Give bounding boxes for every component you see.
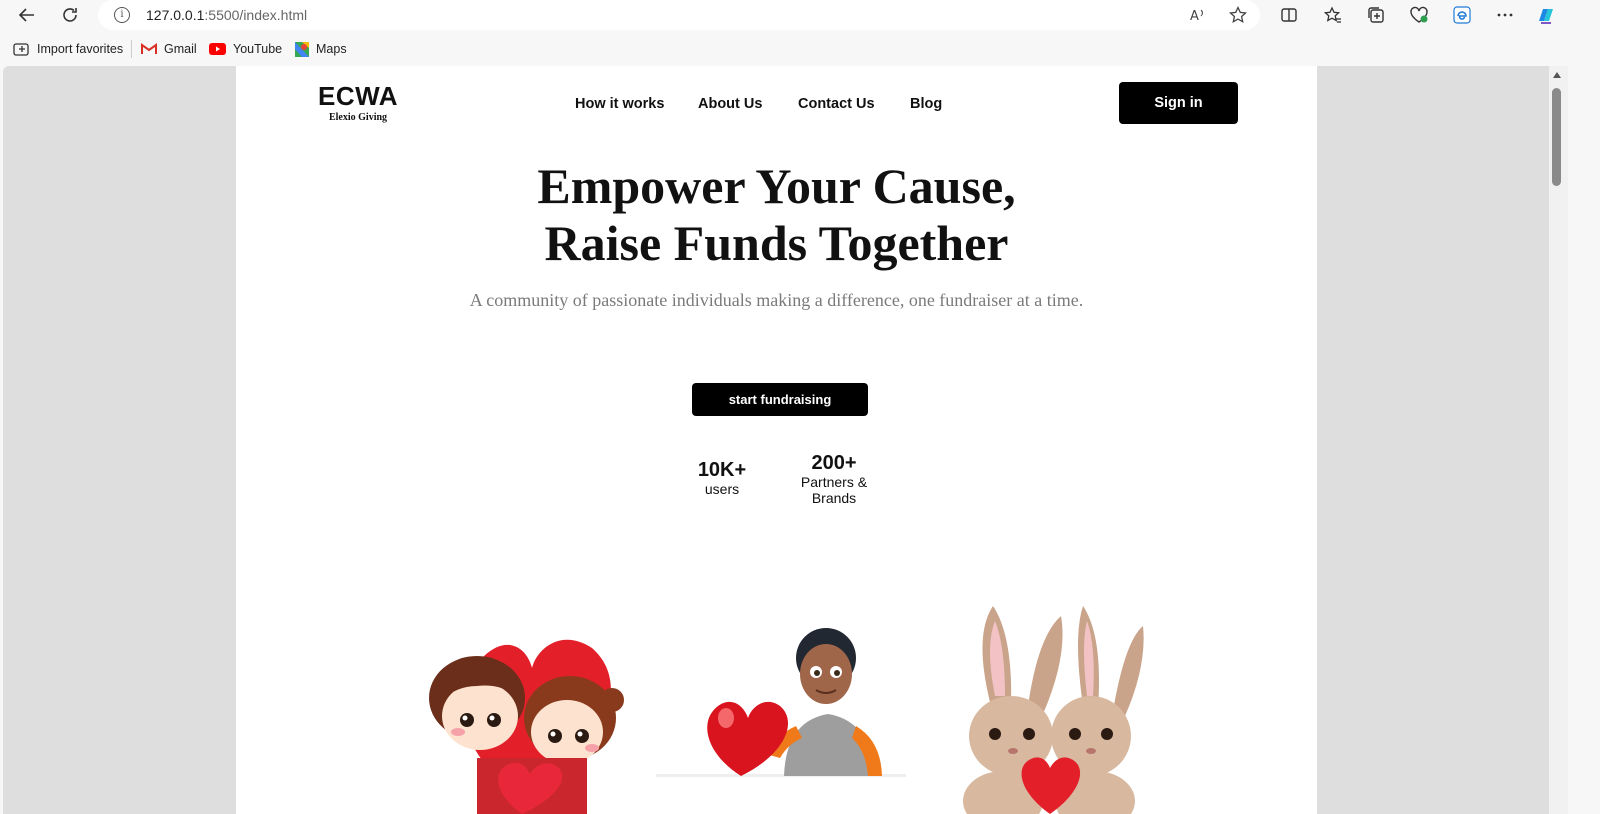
sign-in-button[interactable]: Sign in	[1119, 82, 1238, 124]
favorite-star-icon[interactable]	[1226, 3, 1250, 27]
hero-title-line-1: Empower Your Cause,	[537, 158, 1016, 214]
favorite-label: YouTube	[233, 42, 283, 56]
browser-essentials-icon[interactable]	[1407, 3, 1431, 27]
bunnies-heart-illustration	[963, 606, 1144, 814]
edge-extension-icon[interactable]	[1450, 3, 1474, 27]
favorite-maps[interactable]: Maps	[295, 39, 347, 59]
scroll-up-arrow-icon[interactable]	[1553, 72, 1561, 78]
stat-users: 10K+ users	[682, 459, 762, 497]
scroll-thumb[interactable]	[1552, 88, 1561, 186]
favorites-bar: Import favorites Gmail YouTube Maps	[0, 36, 1600, 62]
read-aloud-icon[interactable]: A	[1186, 3, 1210, 27]
favorite-import[interactable]: Import favorites	[13, 39, 123, 59]
favorite-label: Import favorites	[37, 42, 124, 56]
stat-value: 10K+	[697, 459, 747, 481]
url-text: 127.0.0.1:5500/index.html	[146, 7, 308, 23]
address-bar[interactable]: i 127.0.0.1:5500/index.html A	[98, 0, 1260, 30]
browser-toolbar: i 127.0.0.1:5500/index.html A	[0, 0, 1600, 30]
site-info-icon[interactable]: i	[114, 7, 130, 23]
hero-title-line-2: Raise Funds Together	[544, 215, 1009, 271]
gmail-icon	[141, 43, 157, 54]
split-screen-icon[interactable]	[1277, 3, 1301, 27]
website-page: ECWA Elexio Giving How it works About Us…	[236, 66, 1317, 814]
nav-about-us[interactable]: About Us	[698, 96, 762, 112]
nav-how-it-works[interactable]: How it works	[575, 96, 664, 112]
favorite-label: Gmail	[164, 42, 197, 56]
couple-heart-illustration	[429, 639, 624, 814]
stat-label-line-2: Brands	[811, 490, 857, 506]
boy-heart-illustration	[656, 628, 906, 777]
refresh-icon[interactable]	[58, 3, 82, 27]
collections-icon[interactable]	[1364, 3, 1388, 27]
stat-label: users	[704, 481, 740, 497]
youtube-icon	[209, 43, 226, 55]
window-edge	[1568, 66, 1600, 814]
vertical-scrollbar[interactable]	[1549, 66, 1568, 814]
import-favorites-icon	[13, 42, 29, 56]
stat-partners: 200+ Partners & Brands	[789, 452, 879, 506]
hero-subtitle: A community of passionate individuals ma…	[469, 290, 1084, 310]
start-fundraising-button[interactable]: start fundraising	[692, 383, 868, 416]
favorite-youtube[interactable]: YouTube	[209, 39, 282, 59]
svg-text:A: A	[1190, 9, 1199, 24]
logo-title: ECWA	[318, 81, 398, 111]
favorite-gmail[interactable]: Gmail	[141, 39, 197, 59]
copilot-icon[interactable]	[1534, 3, 1558, 27]
maps-icon	[295, 41, 309, 57]
logo-subtitle: Elexio Giving	[328, 112, 388, 123]
page-viewport: ECWA Elexio Giving How it works About Us…	[3, 66, 1549, 814]
site-logo[interactable]: ECWA Elexio Giving	[316, 82, 400, 123]
favorites-icon[interactable]	[1321, 3, 1345, 27]
more-menu-icon[interactable]	[1493, 3, 1517, 27]
nav-blog[interactable]: Blog	[910, 96, 942, 112]
stat-label-line-1: Partners &	[800, 474, 868, 490]
favorite-label: Maps	[316, 42, 347, 56]
stat-value: 200+	[811, 452, 857, 474]
favorites-divider	[131, 40, 132, 58]
hero-title: Empower Your Cause, Raise Funds Together	[236, 158, 1317, 272]
nav-contact-us[interactable]: Contact Us	[798, 96, 875, 112]
back-icon[interactable]	[15, 3, 39, 27]
